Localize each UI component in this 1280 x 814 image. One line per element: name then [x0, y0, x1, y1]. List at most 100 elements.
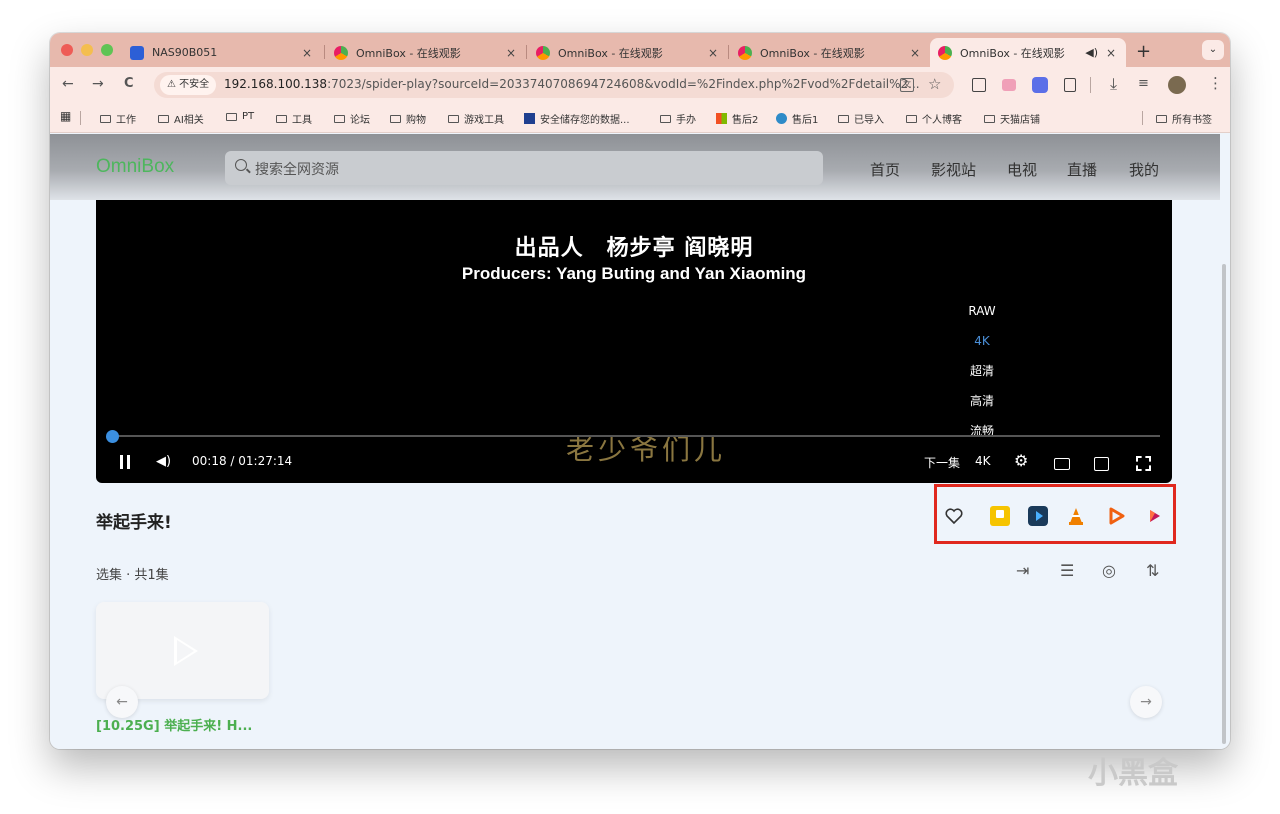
apps-grid-icon[interactable]: ▦: [60, 109, 71, 123]
download-icon[interactable]: ⤓: [1110, 74, 1117, 94]
potplayer-icon[interactable]: [990, 506, 1010, 526]
bookmark-secure-storage[interactable]: 安全储存您的数据...: [524, 111, 630, 126]
back-button[interactable]: ←: [62, 76, 74, 92]
heart-icon[interactable]: [944, 506, 964, 526]
video-player[interactable]: 出品人 杨步亭 阎晓明 Producers: Yang Buting and Y…: [96, 200, 1172, 483]
bookmark-figures[interactable]: 手办: [660, 111, 696, 126]
senplayer-icon[interactable]: [1144, 506, 1164, 526]
folder-icon: [276, 114, 287, 123]
tab-title: OmniBox - 在线观影: [960, 46, 1065, 60]
bookmark-tools[interactable]: 工具: [276, 111, 312, 126]
bookmark-aftersale-2[interactable]: 售后2: [716, 111, 758, 126]
bookmark-label: AI相关: [174, 115, 204, 126]
extension-blue-icon[interactable]: [1032, 77, 1048, 93]
settings-gear-icon[interactable]: ⚙: [1014, 451, 1028, 470]
url-text[interactable]: 192.168.100.138:7023/spider-play?sourceI…: [224, 77, 920, 91]
bookmark-tmall[interactable]: 天猫店铺: [984, 111, 1040, 126]
zoom-window-button[interactable]: [101, 44, 113, 56]
picture-in-picture-icon[interactable]: [1054, 458, 1070, 470]
extensions-puzzle-icon[interactable]: [1064, 78, 1076, 92]
tab-omnibox-2[interactable]: OmniBox - 在线观影 ×: [528, 38, 728, 67]
jump-to-end-icon[interactable]: ⇥: [1016, 561, 1029, 580]
close-tab-button[interactable]: ×: [910, 46, 920, 60]
tab-omnibox-active[interactable]: OmniBox - 在线观影 ◀) ×: [930, 38, 1126, 67]
tab-search-button[interactable]: ⌄: [1202, 40, 1224, 60]
page-scrollbar[interactable]: [1222, 264, 1226, 744]
progress-bar[interactable]: [108, 435, 1160, 437]
quality-option-smooth[interactable]: 流畅: [952, 416, 1012, 446]
nav-home[interactable]: 首页: [870, 159, 900, 180]
folder-icon: [984, 114, 995, 123]
bookmark-forum[interactable]: 论坛: [334, 111, 370, 126]
nav-mine[interactable]: 我的: [1129, 159, 1159, 180]
quality-option-super-hd[interactable]: 超清: [952, 356, 1012, 386]
progress-handle[interactable]: [105, 430, 119, 443]
close-tab-button[interactable]: ×: [708, 46, 718, 60]
nav-video-sites[interactable]: 影视站: [931, 159, 976, 180]
tab-omnibox-1[interactable]: OmniBox - 在线观影 ×: [326, 38, 526, 67]
security-indicator[interactable]: ⚠ 不安全: [160, 75, 217, 95]
speaker-icon[interactable]: ◀): [1085, 46, 1098, 59]
tab-title: OmniBox - 在线观影: [356, 46, 461, 60]
close-window-button[interactable]: [61, 44, 73, 56]
minimize-window-button[interactable]: [81, 44, 93, 56]
subtitle-english: Producers: Yang Buting and Yan Xiaoming: [461, 264, 807, 283]
quality-option-raw[interactable]: RAW: [952, 296, 1012, 326]
site-logo[interactable]: OmniBox: [96, 156, 174, 178]
close-tab-button[interactable]: ×: [1106, 46, 1116, 60]
nav-live[interactable]: 直播: [1067, 159, 1097, 180]
bookmark-star-icon[interactable]: ☆: [928, 75, 941, 93]
reload-button[interactable]: C: [124, 76, 134, 91]
reading-list-icon[interactable]: ≡: [1138, 76, 1149, 91]
fullscreen-icon[interactable]: [1136, 456, 1151, 471]
play-icon[interactable]: [1106, 506, 1126, 526]
web-fullscreen-icon[interactable]: [1094, 457, 1109, 471]
bookmark-imported[interactable]: 已导入: [838, 111, 884, 126]
extension-screenshot-icon[interactable]: [972, 78, 986, 92]
bookmark-pt[interactable]: PT: [226, 111, 254, 122]
address-bar[interactable]: ⚠ 不安全 192.168.100.138:7023/spider-play?s…: [154, 72, 954, 98]
tab-nas[interactable]: NAS90B051 ×: [122, 38, 322, 67]
forward-button[interactable]: →: [92, 76, 104, 92]
bookmark-label: 论坛: [350, 115, 370, 126]
bookmark-game-tools[interactable]: 游戏工具: [448, 111, 504, 126]
extension-pink-icon[interactable]: [1002, 79, 1016, 91]
omnibox-icon: [536, 45, 550, 60]
quality-button[interactable]: 4K: [975, 454, 991, 468]
tab-separator: [728, 45, 729, 59]
sort-icon[interactable]: ⇅: [1146, 561, 1159, 580]
omnibox-icon: [334, 45, 348, 60]
search-input[interactable]: 搜索全网资源: [225, 151, 823, 185]
bookmark-shopping[interactable]: 购物: [390, 111, 426, 126]
translate-icon[interactable]: 文: [900, 78, 914, 92]
infuse-icon[interactable]: [1028, 506, 1048, 526]
new-tab-button[interactable]: +: [1136, 41, 1151, 62]
scroll-right-button[interactable]: →: [1130, 686, 1162, 718]
browser-menu-icon[interactable]: ⋮: [1208, 74, 1223, 92]
quality-option-4k[interactable]: 4K: [952, 326, 1012, 356]
bookmark-ai[interactable]: AI相关: [158, 111, 204, 126]
tab-title: OmniBox - 在线观影: [760, 46, 865, 60]
bookmark-blog[interactable]: 个人博客: [906, 111, 962, 126]
next-episode-button[interactable]: 下一集: [924, 454, 960, 471]
scroll-left-button[interactable]: ←: [106, 686, 138, 718]
quality-option-hd[interactable]: 高清: [952, 386, 1012, 416]
list-view-icon[interactable]: ☰: [1060, 561, 1074, 580]
close-tab-button[interactable]: ×: [506, 46, 516, 60]
tab-omnibox-3[interactable]: OmniBox - 在线观影 ×: [730, 38, 930, 67]
bookmark-all[interactable]: 所有书签: [1156, 111, 1212, 126]
pause-icon[interactable]: [120, 455, 123, 469]
volume-icon[interactable]: ◀): [156, 454, 171, 469]
close-tab-button[interactable]: ×: [302, 46, 312, 60]
bookmark-work[interactable]: 工作: [100, 111, 136, 126]
target-icon[interactable]: ◎: [1102, 561, 1116, 580]
vlc-icon[interactable]: [1066, 506, 1086, 526]
profile-avatar[interactable]: [1168, 76, 1186, 94]
nav-tv[interactable]: 电视: [1007, 159, 1037, 180]
bookmark-label: 售后1: [792, 115, 819, 126]
bookmark-aftersale-1[interactable]: 售后1: [776, 111, 818, 126]
episode-label[interactable]: [10.25G] 举起手来! H...: [96, 715, 252, 734]
episode-card[interactable]: [96, 602, 269, 699]
quality-menu: RAW 4K 超清 高清 流畅: [952, 296, 1012, 446]
tab-title: OmniBox - 在线观影: [558, 46, 663, 60]
